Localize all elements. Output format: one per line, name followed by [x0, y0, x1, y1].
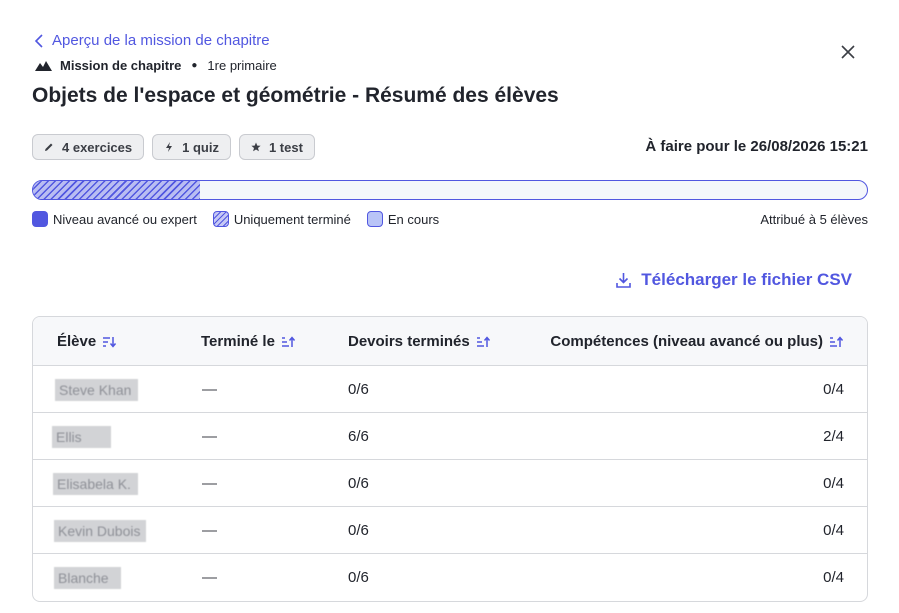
header-skills[interactable]: Compétences (niveau avancé ou plus)	[550, 333, 843, 350]
sort-icon	[476, 335, 490, 347]
mission-type-label: Mission de chapitre	[60, 58, 182, 73]
chevron-left-icon	[34, 33, 43, 48]
in-progress-swatch	[366, 211, 383, 227]
students-table: Élève Terminé le Devoirs terminés Compét…	[32, 316, 868, 602]
completed-on-cell: —	[202, 428, 217, 445]
homework-cell: 0/6	[348, 475, 369, 492]
header-homework[interactable]: Devoirs terminés	[348, 333, 490, 350]
content-type-pills: 4 exercices 1 quiz 1 test	[32, 134, 315, 160]
student-name[interactable]: Ellis	[52, 426, 111, 448]
skills-cell: 2/4	[823, 428, 844, 445]
sort-icon	[281, 335, 295, 347]
test-pill-label: 1 test	[268, 139, 303, 155]
test-pill: 1 test	[238, 134, 315, 160]
advanced-swatch	[32, 211, 48, 227]
homework-cell: 0/6	[348, 569, 369, 586]
star-icon	[251, 142, 261, 152]
completed-on-cell: —	[202, 381, 217, 398]
header-completed-on[interactable]: Terminé le	[201, 333, 295, 350]
student-name[interactable]: Kevin Dubois	[54, 520, 146, 542]
completed-on-cell: —	[202, 475, 217, 492]
mission-meta: Mission de chapitre ● 1re primaire	[35, 58, 277, 73]
header-homework-label: Devoirs terminés	[348, 333, 470, 350]
skills-cell: 0/4	[823, 522, 844, 539]
legend-advanced: Niveau avancé ou expert	[32, 211, 197, 227]
completed-swatch	[212, 211, 229, 227]
mountain-icon	[35, 61, 52, 71]
progress-completed-segment	[33, 181, 200, 199]
header-completed-on-label: Terminé le	[201, 333, 275, 350]
progress-legend: Niveau avancé ou expert Uniquement termi…	[32, 211, 455, 227]
legend-advanced-label: Niveau avancé ou expert	[53, 211, 197, 227]
legend-completed: Uniquement terminé	[212, 211, 351, 227]
separator-dot: ●	[191, 60, 198, 71]
download-icon	[616, 273, 632, 288]
header-skills-label: Compétences (niveau avancé ou plus)	[550, 333, 823, 350]
download-csv-label: Télécharger le fichier CSV	[641, 270, 852, 289]
close-icon	[841, 45, 855, 59]
student-name[interactable]: Elisabela K.	[53, 473, 138, 495]
legend-in-progress-label: En cours	[387, 211, 440, 227]
header-student-label: Élève	[57, 333, 97, 350]
student-name[interactable]: Steve Khan	[55, 379, 138, 401]
download-csv-button[interactable]: Télécharger le fichier CSV	[616, 270, 852, 290]
back-link[interactable]: Aperçu de la mission de chapitre	[34, 32, 270, 49]
sort-icon	[103, 336, 117, 348]
skills-cell: 0/4	[823, 381, 844, 398]
page-title: Objets de l'espace et géométrie - Résumé…	[32, 84, 559, 107]
skills-cell: 0/4	[823, 569, 844, 586]
sort-icon	[830, 335, 843, 347]
completed-on-cell: —	[202, 522, 217, 539]
table-row[interactable]: Ellis — 6/6 2/4	[33, 413, 867, 460]
header-student[interactable]: Élève	[57, 333, 117, 350]
exercises-pill-label: 4 exercices	[62, 139, 133, 155]
completed-on-cell: —	[202, 569, 217, 586]
lightning-icon	[166, 142, 173, 152]
class-progress-bar	[32, 180, 868, 200]
legend-completed-label: Uniquement terminé	[233, 211, 351, 227]
due-date: À faire pour le 26/08/2026 15:21	[645, 138, 868, 155]
quiz-pill: 1 quiz	[152, 134, 231, 160]
homework-cell: 0/6	[348, 522, 369, 539]
exercises-pill: 4 exercices	[32, 134, 145, 160]
skills-cell: 0/4	[823, 475, 844, 492]
table-header: Élève Terminé le Devoirs terminés Compét…	[33, 317, 867, 366]
table-row[interactable]: Steve Khan — 0/6 0/4	[33, 366, 867, 413]
quiz-pill-label: 1 quiz	[182, 139, 219, 155]
table-row[interactable]: Kevin Dubois — 0/6 0/4	[33, 507, 867, 554]
table-row[interactable]: Elisabela K. — 0/6 0/4	[33, 460, 867, 507]
homework-cell: 0/6	[348, 381, 369, 398]
legend-in-progress: En cours	[366, 211, 440, 227]
close-button[interactable]	[836, 40, 860, 64]
pencil-icon	[45, 143, 53, 151]
grade-label: 1re primaire	[207, 58, 277, 73]
assigned-count: Attribué à 5 élèves	[760, 212, 868, 227]
table-row[interactable]: Blanche — 0/6 0/4	[33, 554, 867, 601]
back-link-label: Aperçu de la mission de chapitre	[52, 32, 270, 49]
homework-cell: 6/6	[348, 428, 369, 445]
student-name[interactable]: Blanche	[54, 567, 121, 589]
